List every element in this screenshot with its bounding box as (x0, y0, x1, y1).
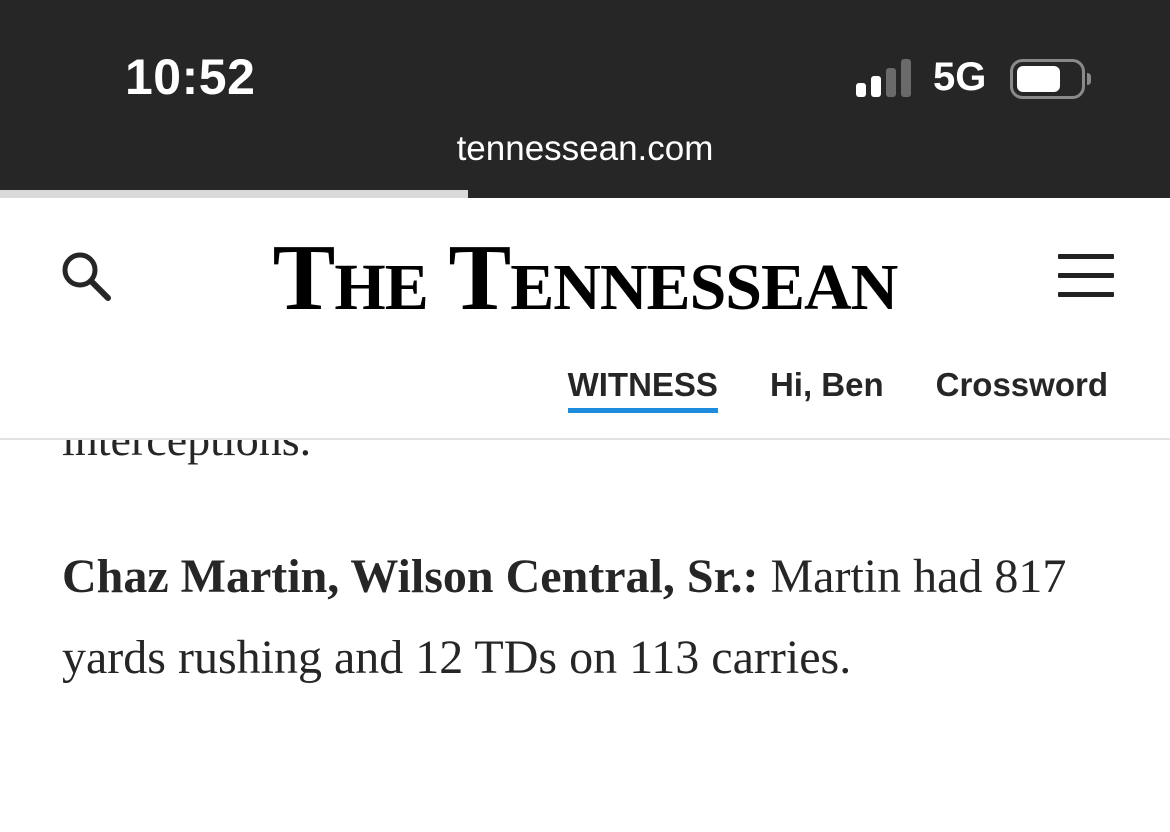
header-nav: WITNESS Hi, Ben Crossword (567, 366, 1108, 413)
site-logo[interactable]: The Tennessean (205, 228, 965, 328)
nav-witness[interactable]: WITNESS (567, 366, 718, 413)
nav-crossword[interactable]: Crossword (936, 366, 1108, 408)
menu-line (1058, 292, 1114, 297)
nav-account-greeting[interactable]: Hi, Ben (770, 366, 884, 408)
hamburger-menu-icon[interactable] (1058, 254, 1114, 298)
site-header: The Tennessean WITNESS Hi, Ben Crossword (0, 198, 1170, 440)
search-icon[interactable] (58, 248, 114, 304)
article-paragraph: Chaz Martin, Wilson Central, Sr.: Martin… (62, 536, 1122, 698)
player-name-heading: Chaz Martin, Wilson Central, Sr.: (62, 550, 759, 603)
menu-line (1058, 254, 1114, 259)
menu-line (1058, 273, 1114, 278)
